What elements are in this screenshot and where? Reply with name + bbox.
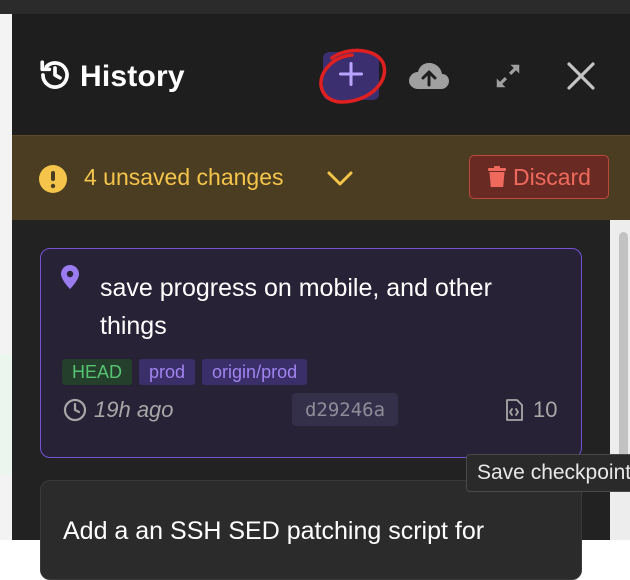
files-changed-count: 10 [533,397,558,422]
clock-icon [63,398,87,422]
title-wrap: History [38,58,185,96]
discard-button[interactable]: Discard [469,155,609,199]
history-icon [38,58,72,96]
discard-label: Discard [513,163,591,190]
map-pin-icon [61,265,79,293]
expand-icon [493,61,523,95]
cloud-upload-icon [408,61,450,95]
background-strip [0,0,630,14]
close-button[interactable] [555,56,607,100]
tag-list: HEAD prod origin/prod [62,359,308,385]
file-code-icon [506,399,523,421]
commit-hash[interactable]: d29246a [292,393,398,426]
unsaved-changes-bar: 4 unsaved changes Discard [12,135,630,221]
background-left [0,14,12,540]
cloud-upload-button[interactable] [403,56,455,100]
panel-header: History [12,14,630,134]
commit-title: save progress on mobile, and other thing… [100,274,492,340]
save-checkpoint-tooltip: Save checkpoint [466,454,630,492]
commit-time: 19h ago [63,397,174,423]
tag-prod[interactable]: prod [139,359,196,385]
tag-head[interactable]: HEAD [62,359,133,385]
files-changed: 10 [505,397,557,423]
commit-time-text: 19h ago [94,397,174,422]
commit-card[interactable]: Add a an SSH SED patching script for [40,480,582,580]
commit-card-current[interactable]: save progress on mobile, and other thing… [40,248,582,458]
history-panel: History 4 unsaved changes Discard save p… [12,14,630,580]
scrollbar-thumb[interactable] [619,232,628,482]
tag-origin-prod[interactable]: origin/prod [202,359,308,385]
chevron-down-icon[interactable] [326,168,354,192]
unsaved-changes-text[interactable]: 4 unsaved changes [84,164,284,191]
panel-title: History [80,60,185,93]
expand-button[interactable] [482,56,534,100]
plus-icon [337,60,365,92]
close-icon [565,60,597,96]
warning-icon [38,164,68,198]
trash-icon [488,166,507,187]
commit-title: Add a an SSH SED patching script for [63,517,485,545]
save-checkpoint-button[interactable] [323,52,379,100]
